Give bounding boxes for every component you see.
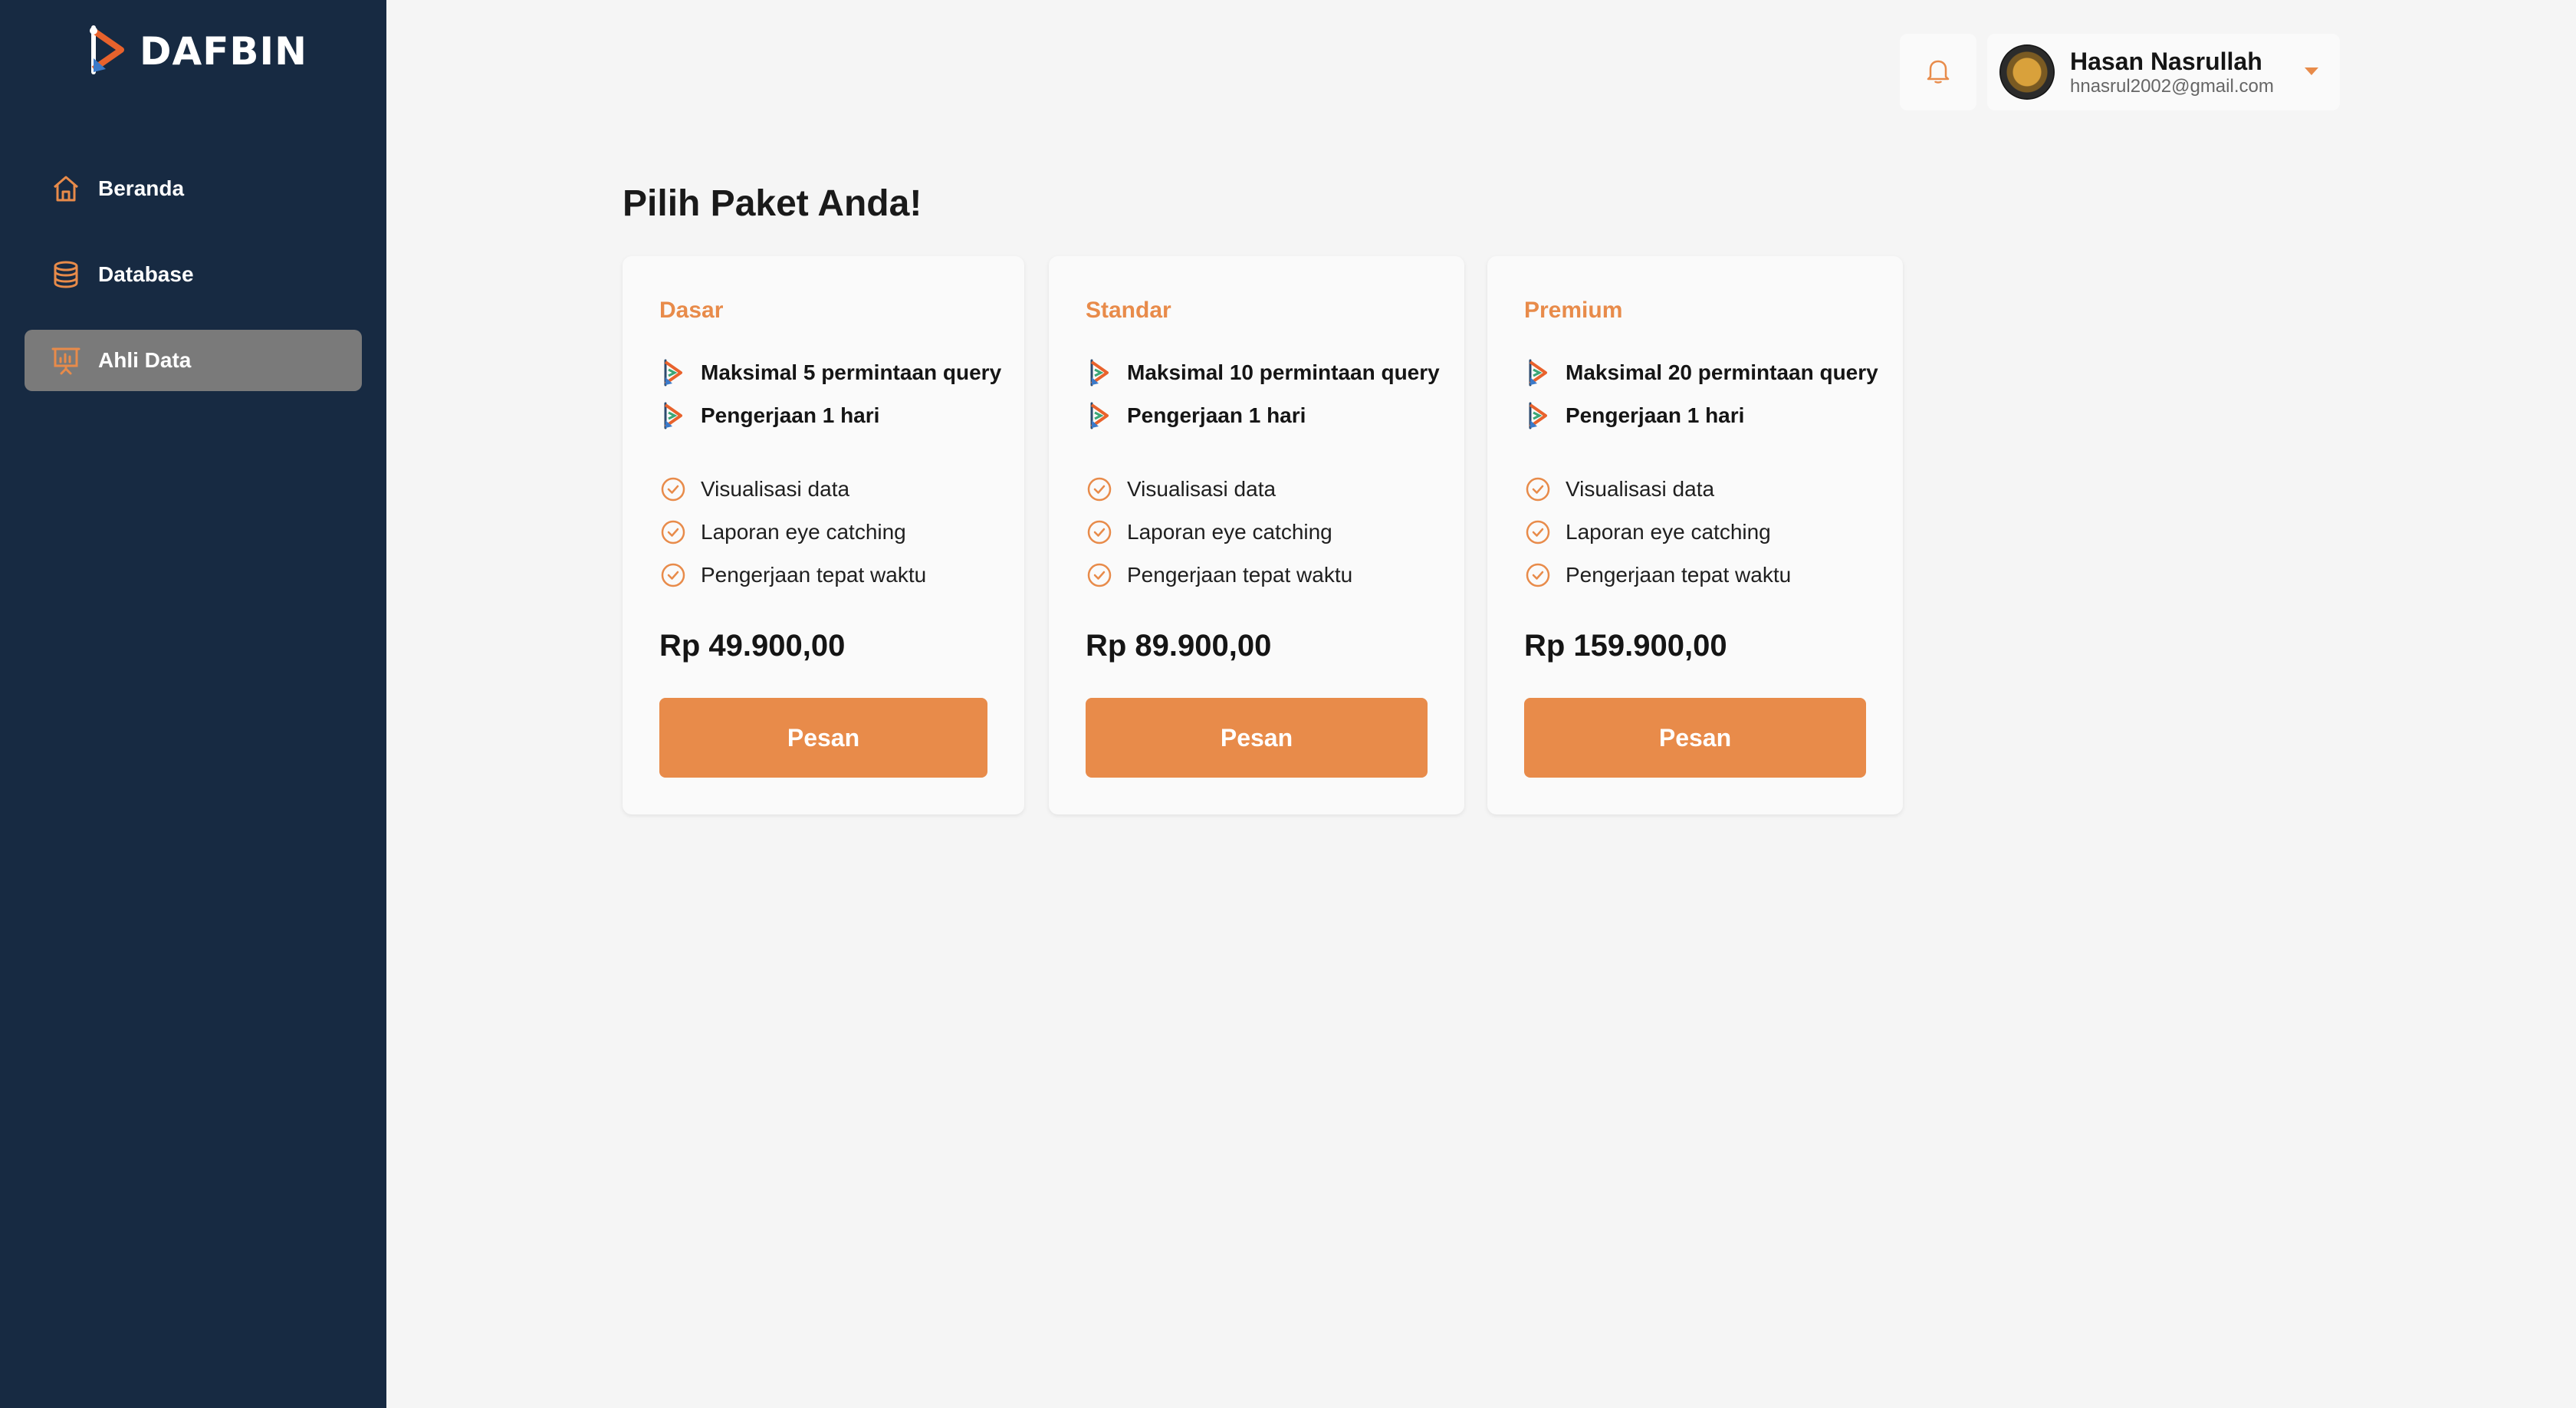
plan-price: Rp 159.900,00 [1524,629,1727,663]
feature-text: Pengerjaan 1 hari [701,403,880,427]
feature-item: Maksimal 10 permintaan query [1086,357,1440,388]
benefit-text: Visualisasi data [701,477,850,501]
feature-item: Pengerjaan 1 hari [1086,400,1306,431]
sidebar-item-ahli-data[interactable]: Ahli Data [25,330,362,391]
dafbin-bullet-icon [1086,402,1113,429]
benefit-item: Pengerjaan tepat waktu [1524,560,1791,591]
plan-price: Rp 89.900,00 [1086,629,1272,663]
benefit-item: Laporan eye catching [659,517,906,548]
feature-text: Maksimal 5 permintaan query [701,360,1002,384]
sidebar-item-label: Beranda [98,176,185,200]
benefit-text: Laporan eye catching [701,520,906,544]
bell-icon [1924,56,1953,89]
feature-text: Maksimal 10 permintaan query [1127,360,1440,384]
check-circle-icon [1524,475,1552,503]
benefit-text: Laporan eye catching [1566,520,1771,544]
dafbin-bullet-icon [1086,359,1113,387]
home-icon [49,172,83,206]
benefit-text: Visualisasi data [1566,477,1715,501]
benefit-item: Pengerjaan tepat waktu [659,560,926,591]
sidebar-item-beranda[interactable]: Beranda [25,158,362,219]
check-circle-icon [1524,561,1552,589]
feature-text: Maksimal 20 permintaan query [1566,360,1878,384]
user-email: hnasrul2002@gmail.com [2070,76,2274,97]
check-circle-icon [1086,475,1113,503]
feature-item: Maksimal 5 permintaan query [659,357,1001,388]
dafbin-logo-icon [86,25,129,79]
brand-logo[interactable]: DAFBIN [86,25,307,79]
dafbin-bullet-icon [1524,402,1552,429]
feature-item: Pengerjaan 1 hari [1524,400,1744,431]
order-button[interactable]: Pesan [1086,698,1428,778]
check-circle-icon [659,518,687,546]
benefit-item: Visualisasi data [1086,474,1276,505]
check-circle-icon [1086,561,1113,589]
plan-name: Standar [1086,298,1171,323]
benefit-text: Laporan eye catching [1127,520,1332,544]
order-button[interactable]: Pesan [1524,698,1866,778]
feature-text: Pengerjaan 1 hari [1566,403,1745,427]
sidebar-item-label: Database [98,262,194,286]
feature-text: Pengerjaan 1 hari [1127,403,1306,427]
plan-card-dasar: Dasar Maksimal 5 permintaan query Pengerja… [623,256,1024,814]
avatar [1999,44,2055,100]
benefit-item: Visualisasi data [659,474,849,505]
plan-name: Premium [1524,298,1623,323]
feature-item: Pengerjaan 1 hari [659,400,879,431]
dafbin-bullet-icon [659,402,687,429]
benefit-text: Pengerjaan tepat waktu [1566,563,1792,587]
order-button[interactable]: Pesan [659,698,987,778]
sidebar: DAFBIN Beranda Database Ahli Data [0,0,386,1408]
check-circle-icon [1524,518,1552,546]
brand-name: DAFBIN [140,29,307,74]
benefit-text: Pengerjaan tepat waktu [1127,563,1353,587]
user-menu[interactable]: Hasan Nasrullah hnasrul2002@gmail.com [1987,34,2340,110]
plan-name: Dasar [659,298,724,323]
plan-price: Rp 49.900,00 [659,629,846,663]
sidebar-item-label: Ahli Data [98,348,192,372]
dafbin-bullet-icon [1524,359,1552,387]
feature-item: Maksimal 20 permintaan query [1524,357,1878,388]
user-name: Hasan Nasrullah [2070,48,2262,75]
check-circle-icon [659,561,687,589]
check-circle-icon [659,475,687,503]
benefit-item: Laporan eye catching [1524,517,1771,548]
benefit-item: Laporan eye catching [1086,517,1332,548]
presentation-chart-icon [49,344,83,377]
sidebar-item-database[interactable]: Database [25,244,362,305]
benefit-text: Pengerjaan tepat waktu [701,563,927,587]
benefit-item: Pengerjaan tepat waktu [1086,560,1352,591]
benefit-item: Visualisasi data [1524,474,1714,505]
plan-card-standar: Standar Maksimal 10 permintaan query Penge… [1049,256,1464,814]
caret-down-icon[interactable] [2305,67,2318,75]
check-circle-icon [1086,518,1113,546]
benefit-text: Visualisasi data [1127,477,1276,501]
plan-card-premium: Premium Maksimal 20 permintaan query Penge… [1487,256,1903,814]
database-icon [49,258,83,291]
notification-button[interactable] [1900,34,1976,110]
page-title: Pilih Paket Anda! [623,183,922,224]
dafbin-bullet-icon [659,359,687,387]
